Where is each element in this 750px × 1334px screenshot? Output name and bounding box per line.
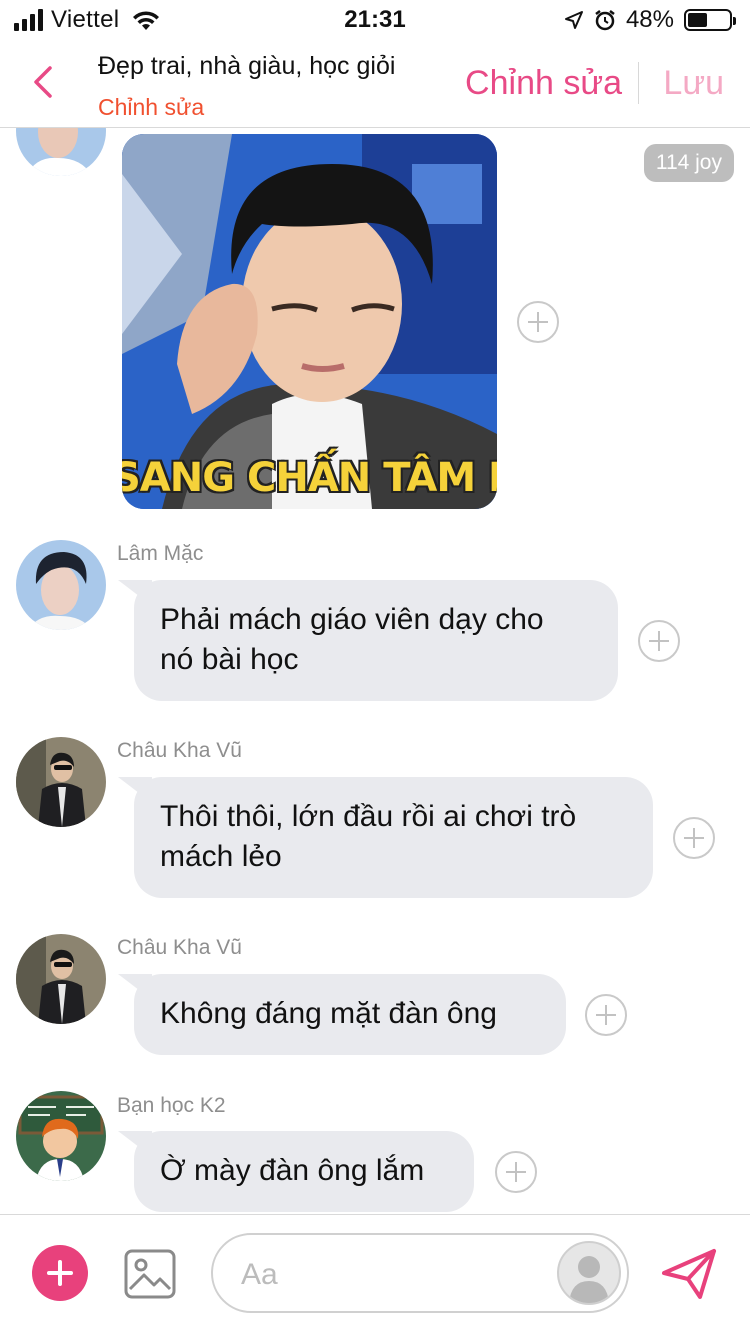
chat-header: Đẹp trai, nhà giàu, học giỏi Chỉnh sửa C… <box>0 40 750 128</box>
message-line: Ờ mày đàn ông lắm <box>160 1154 425 1187</box>
message-input[interactable] <box>241 1255 541 1295</box>
message-input-wrapper <box>211 1233 629 1313</box>
anonymous-mask-icon[interactable] <box>557 1241 621 1305</box>
image-icon[interactable] <box>124 1249 176 1299</box>
message-bubble[interactable]: Không đáng mặt đàn ông <box>134 974 566 1055</box>
message-line: Không đáng mặt đàn ông <box>160 997 497 1030</box>
sender-name: Bạn học K2 <box>117 1094 226 1117</box>
back-chevron-icon[interactable] <box>28 60 58 104</box>
avatar[interactable] <box>16 737 106 827</box>
add-reaction-icon[interactable] <box>673 817 715 859</box>
sticker-illustration <box>122 134 497 509</box>
sticker-image[interactable]: SANG CHẤN TÂM LÝ <box>122 134 497 509</box>
add-reaction-icon[interactable] <box>638 620 680 662</box>
send-icon[interactable] <box>660 1247 718 1301</box>
avatar[interactable] <box>16 1091 106 1181</box>
message-bubble[interactable]: Phải mách giáo viên dạy cho nó bài học <box>134 580 618 701</box>
alarm-icon <box>595 10 615 31</box>
group-name: Đẹp trai, nhà giàu, học giỏi <box>98 52 396 80</box>
message-line: nó bài học <box>160 643 299 676</box>
message-list[interactable]: SANG CHẤN TÂM LÝ 114 joy Lâm Mặc Phải má… <box>0 128 750 1214</box>
avatar[interactable] <box>16 540 106 630</box>
save-button[interactable]: Lưu <box>663 64 724 103</box>
more-options-plus-button[interactable] <box>32 1245 88 1301</box>
edit-button[interactable]: Chỉnh sửa <box>465 64 622 103</box>
message-bubble[interactable]: Ờ mày đàn ông lắm <box>134 1131 474 1212</box>
sticker-caption: SANG CHẤN TÂM LÝ <box>122 455 497 501</box>
header-subtitle-edit[interactable]: Chỉnh sửa <box>98 94 204 121</box>
composer-bar <box>0 1214 750 1334</box>
message-line: Thôi thôi, lớn đầu rồi ai chơi trò <box>160 800 577 833</box>
message-line: Phải mách giáo viên dạy cho <box>160 603 544 636</box>
sender-name: Châu Kha Vũ <box>117 936 242 959</box>
avatar[interactable] <box>16 128 106 176</box>
sender-name: Châu Kha Vũ <box>117 739 242 762</box>
avatar[interactable] <box>16 934 106 1024</box>
message-line: mách lẻo <box>160 840 282 873</box>
battery-percent: 48% <box>625 6 674 33</box>
header-divider <box>638 62 639 104</box>
add-reaction-icon[interactable] <box>585 994 627 1036</box>
status-bar: Viettel 21:31 48% <box>0 0 750 40</box>
joy-count-badge[interactable]: 114 joy <box>643 144 734 182</box>
add-reaction-icon[interactable] <box>495 1151 537 1193</box>
message-bubble[interactable]: Thôi thôi, lớn đầu rồi ai chơi trò mách … <box>134 777 653 898</box>
battery-icon <box>684 9 736 31</box>
add-reaction-icon[interactable] <box>517 301 559 343</box>
location-arrow-icon <box>564 11 583 29</box>
sender-name: Lâm Mặc <box>117 542 204 565</box>
